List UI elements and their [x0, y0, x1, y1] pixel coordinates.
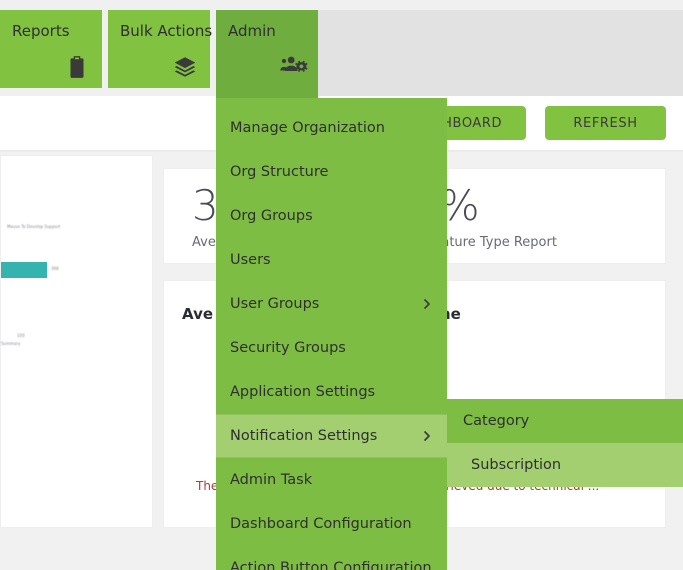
tab-reports[interactable]: Reports: [0, 10, 102, 88]
tab-label: Bulk Actions: [120, 22, 212, 40]
error-message-left: The: [196, 479, 218, 493]
menu-item-dashboard-configuration[interactable]: Dashboard Configuration: [216, 502, 447, 546]
tab-bar-filler: [318, 10, 683, 96]
menu-item-notification-settings[interactable]: Notification Settings: [216, 414, 447, 458]
menu-item-label: Manage Organization: [230, 120, 385, 136]
submenu-item-label: Category: [463, 413, 529, 429]
chart-small-label: 100: [17, 333, 25, 338]
app-root: Mouse To Develop Support 398 100 Summary…: [0, 0, 683, 570]
layers-icon: [172, 54, 198, 80]
chart-axis-note: Mouse To Develop Support: [7, 224, 60, 229]
chart-bar-label: 398: [51, 266, 59, 271]
kpi-value: 3: [192, 185, 219, 227]
submenu-item-label: Subscription: [471, 457, 561, 473]
chart-card: Mouse To Develop Support 398 100 Summary…: [0, 155, 153, 528]
tab-label: Reports: [12, 22, 70, 40]
chevron-right-icon: [421, 430, 433, 442]
menu-item-users[interactable]: Users: [216, 238, 447, 282]
refresh-button[interactable]: REFRESH: [545, 106, 666, 140]
chart-axis-tick: Summary: [1, 341, 20, 346]
top-tab-bar: Reports Bulk Actions Admin: [0, 0, 683, 96]
menu-item-org-structure[interactable]: Org Structure: [216, 150, 447, 194]
menu-item-label: Dashboard Configuration: [230, 516, 412, 532]
menu-item-label: Admin Task: [230, 472, 312, 488]
menu-item-label: Security Groups: [230, 340, 346, 356]
submenu-item-category[interactable]: Category: [447, 399, 683, 443]
menu-item-label: Users: [230, 252, 271, 268]
menu-item-manage-organization[interactable]: Manage Organization: [216, 106, 447, 150]
menu-item-org-groups[interactable]: Org Groups: [216, 194, 447, 238]
tab-admin[interactable]: Admin: [216, 10, 318, 98]
menu-item-label: Action Button Configuration: [230, 560, 432, 570]
chart-bar: [1, 262, 47, 278]
users-gear-icon: [280, 54, 306, 80]
menu-item-action-button-configuration[interactable]: Action Button Configuration: [216, 546, 447, 570]
menu-item-label: User Groups: [230, 296, 319, 312]
submenu-item-subscription[interactable]: Subscription: [447, 443, 683, 487]
clipboard-icon: [64, 54, 90, 80]
tab-label: Admin: [228, 22, 276, 40]
menu-item-label: Org Groups: [230, 208, 313, 224]
tab-bulk-actions[interactable]: Bulk Actions: [108, 10, 210, 88]
menu-item-admin-task[interactable]: Admin Task: [216, 458, 447, 502]
admin-dropdown-menu[interactable]: Manage Organization Org Structure Org Grou…: [216, 98, 447, 570]
menu-item-application-settings[interactable]: Application Settings: [216, 370, 447, 414]
menu-item-label: Application Settings: [230, 384, 375, 400]
card-title-left: Ave: [182, 305, 213, 323]
menu-item-user-groups[interactable]: User Groups: [216, 282, 447, 326]
chevron-right-icon: [421, 298, 433, 310]
notification-settings-submenu[interactable]: Category Subscription: [447, 399, 683, 487]
menu-item-security-groups[interactable]: Security Groups: [216, 326, 447, 370]
menu-item-label: Notification Settings: [230, 428, 377, 444]
menu-item-label: Org Structure: [230, 164, 328, 180]
